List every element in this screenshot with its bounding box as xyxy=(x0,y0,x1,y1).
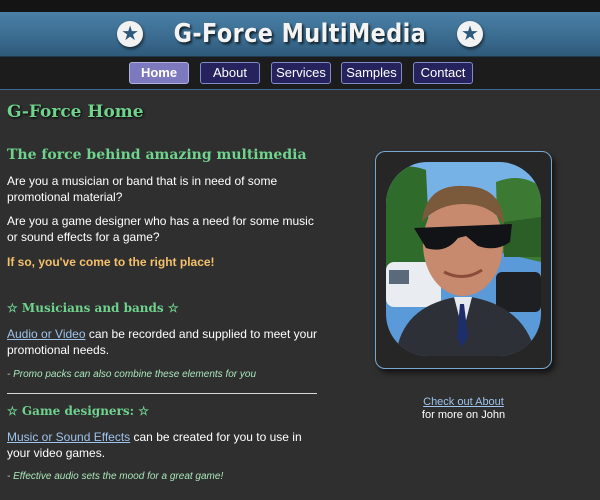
profile-photo-frame xyxy=(375,151,552,369)
game-designers-note: - Effective audio sets the mood for a gr… xyxy=(7,471,224,482)
site-banner: ★ G-Force MultiMedia ★ xyxy=(0,12,600,57)
game-designers-paragraph: Music or Sound Effects can be created fo… xyxy=(7,429,325,461)
audio-video-link[interactable]: Audio or Video xyxy=(7,327,86,341)
musicians-note: - Promo packs can also combine these ele… xyxy=(7,369,257,380)
site-title: G-Force MultiMedia xyxy=(173,19,427,49)
about-link-wrapper: Check out About xyxy=(380,396,547,408)
musicians-heading: ☆ Musicians and bands ☆ xyxy=(7,301,179,315)
callout-text: If so, you've come to the right place! xyxy=(7,255,215,269)
nav-home-button[interactable]: Home xyxy=(129,62,189,84)
star-icon: ★ xyxy=(456,21,483,47)
top-strip xyxy=(0,0,600,12)
musicians-paragraph: Audio or Video can be recorded and suppl… xyxy=(7,326,325,358)
game-designers-heading: ☆ Game designers: ☆ xyxy=(7,404,150,418)
intro-musicians: Are you a musician or band that is in ne… xyxy=(7,174,278,204)
nav-about-button[interactable]: About xyxy=(200,62,260,84)
intro-game-designers: Are you a game designer who has a need f… xyxy=(7,214,314,244)
main-nav: Home About Services Samples Contact xyxy=(0,57,600,90)
nav-services-button[interactable]: Services xyxy=(271,62,331,84)
music-sound-effects-link[interactable]: Music or Sound Effects xyxy=(7,430,130,444)
page-title: G-Force Home xyxy=(7,102,144,122)
profile-photo xyxy=(386,162,541,356)
section-divider xyxy=(7,393,317,394)
check-out-about-link[interactable]: Check out About xyxy=(423,396,504,408)
about-link-caption: for more on John xyxy=(421,409,506,421)
tagline: The force behind amazing multimedia xyxy=(7,147,307,163)
nav-contact-button[interactable]: Contact xyxy=(413,62,473,84)
nav-samples-button[interactable]: Samples xyxy=(341,62,402,84)
star-icon: ★ xyxy=(117,21,144,47)
